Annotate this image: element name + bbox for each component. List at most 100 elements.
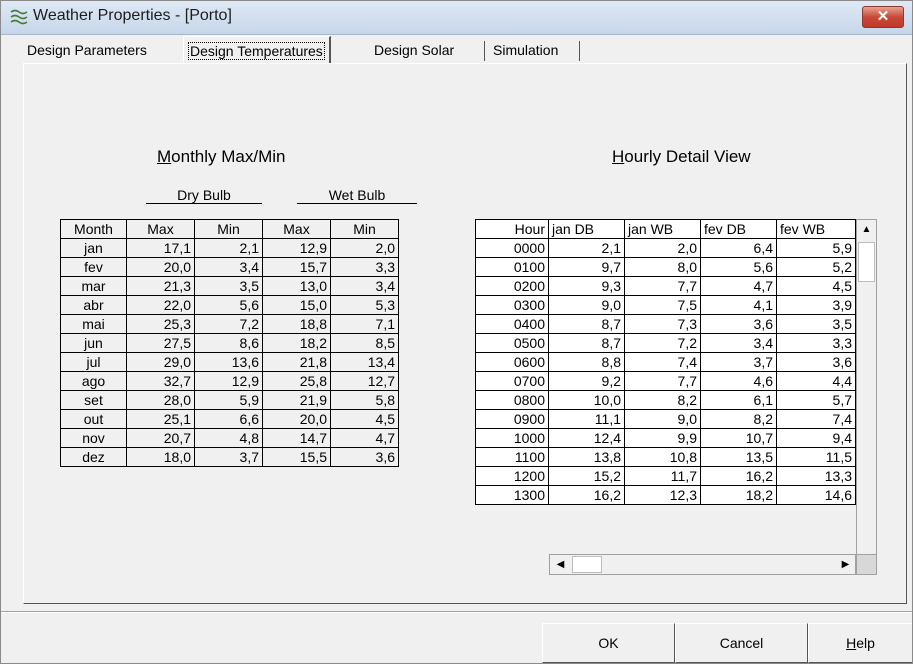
value-cell[interactable]: 8,2 [624,390,701,410]
value-cell[interactable]: 10,8 [624,447,701,467]
table-row[interactable]: 0800 10,0 8,2 6,1 5,7 [475,390,856,410]
hour-cell[interactable]: 0500 [475,333,549,353]
help-button[interactable]: Help [808,623,912,663]
hour-cell[interactable]: 0900 [475,409,549,429]
vertical-scrollbar[interactable]: ▲ ▼ [856,219,877,575]
horizontal-scrollbar[interactable]: ◀ ▶ [549,554,856,575]
value-cell[interactable]: 10,7 [700,428,777,448]
value-cell[interactable]: 7,7 [624,371,701,391]
value-cell[interactable]: 4,7 [700,276,777,296]
value-cell[interactable]: 14,6 [776,485,856,505]
value-cell[interactable]: 6,1 [700,390,777,410]
value-cell[interactable]: 5,7 [776,390,856,410]
table-row[interactable]: 0600 8,8 7,4 3,7 3,6 [475,352,856,372]
table-row[interactable]: 0300 9,0 7,5 4,1 3,9 [475,295,856,315]
value-cell[interactable]: 3,6 [700,314,777,334]
value-cell[interactable]: 11,5 [776,447,856,467]
scroll-right-arrow-icon[interactable]: ▶ [836,555,855,574]
close-icon[interactable]: ✕ [862,6,904,28]
hour-cell[interactable]: 0000 [475,238,549,258]
value-cell[interactable]: 3,3 [776,333,856,353]
value-cell[interactable]: 13,3 [776,466,856,486]
value-cell[interactable]: 16,2 [700,466,777,486]
value-cell[interactable]: 4,5 [776,276,856,296]
value-cell[interactable]: 2,1 [548,238,625,258]
value-cell[interactable]: 9,0 [624,409,701,429]
value-cell[interactable]: 4,4 [776,371,856,391]
value-cell[interactable]: 4,1 [700,295,777,315]
value-cell[interactable]: 3,7 [700,352,777,372]
ok-button[interactable]: OK [542,623,675,663]
value-cell[interactable]: 9,9 [624,428,701,448]
value-cell[interactable]: 2,0 [624,238,701,258]
value-cell[interactable]: 5,6 [700,257,777,277]
value-cell[interactable]: 11,7 [624,466,701,486]
value-cell[interactable]: 7,2 [624,333,701,353]
value-cell[interactable]: 11,1 [548,409,625,429]
value-cell[interactable]: 8,0 [624,257,701,277]
table-row[interactable]: 0900 11,1 9,0 8,2 7,4 [475,409,856,429]
scroll-up-arrow-icon[interactable]: ▲ [857,220,876,239]
value-cell[interactable]: 9,4 [776,428,856,448]
hour-cell[interactable]: 0300 [475,295,549,315]
value-cell[interactable]: 9,2 [548,371,625,391]
table-row[interactable]: 0500 8,7 7,2 3,4 3,3 [475,333,856,353]
hour-cell[interactable]: 1100 [475,447,549,467]
hour-cell[interactable]: 0600 [475,352,549,372]
tab-design-parameters[interactable]: Design Parameters [23,39,151,63]
scroll-left-arrow-icon[interactable]: ◀ [551,555,570,574]
value-cell[interactable]: 8,7 [548,314,625,334]
value-cell[interactable]: 7,4 [624,352,701,372]
horizontal-scroll-thumb[interactable] [572,556,602,573]
table-row[interactable]: 0400 8,7 7,3 3,6 3,5 [475,314,856,334]
table-row[interactable]: 0100 9,7 8,0 5,6 5,2 [475,257,856,277]
value-cell[interactable]: 4,6 [700,371,777,391]
table-row[interactable]: 1300 16,2 12,3 18,2 14,6 [475,485,856,505]
hour-cell[interactable]: 1000 [475,428,549,448]
tab-simulation[interactable]: Simulation [489,39,562,63]
cancel-button[interactable]: Cancel [675,623,808,663]
hour-cell[interactable]: 0700 [475,371,549,391]
value-cell[interactable]: 3,6 [776,352,856,372]
value-cell[interactable]: 8,8 [548,352,625,372]
value-cell[interactable]: 12,4 [548,428,625,448]
hour-cell[interactable]: 1300 [475,485,549,505]
value-cell[interactable]: 9,7 [548,257,625,277]
value-cell[interactable]: 12,3 [624,485,701,505]
table-row[interactable]: 1200 15,2 11,7 16,2 13,3 [475,466,856,486]
hour-cell[interactable]: 0100 [475,257,549,277]
vertical-scroll-thumb[interactable] [858,242,875,282]
value-cell[interactable]: 9,3 [548,276,625,296]
table-row[interactable]: 0700 9,2 7,7 4,6 4,4 [475,371,856,391]
value-cell[interactable]: 7,3 [624,314,701,334]
table-row[interactable]: 1100 13,8 10,8 13,5 11,5 [475,447,856,467]
tab-design-temperatures[interactable]: Design Temperatures [183,36,331,63]
value-cell[interactable]: 15,2 [548,466,625,486]
value-cell[interactable]: 10,0 [548,390,625,410]
value-cell[interactable]: 3,4 [700,333,777,353]
value-cell[interactable]: 8,7 [548,333,625,353]
value-cell[interactable]: 6,4 [700,238,777,258]
tab-design-solar[interactable]: Design Solar [370,39,458,63]
value-cell[interactable]: 18,2 [700,485,777,505]
table-row[interactable]: 0000 2,1 2,0 6,4 5,9 [475,238,856,258]
value-cell[interactable]: 13,8 [548,447,625,467]
value-cell[interactable]: 16,2 [548,485,625,505]
value-cell[interactable]: 3,5 [776,314,856,334]
value-cell[interactable]: 7,5 [624,295,701,315]
value-cell[interactable]: 5,2 [776,257,856,277]
hour-cell[interactable]: 0400 [475,314,549,334]
value-cell[interactable]: 5,9 [776,238,856,258]
value-cell[interactable]: 7,7 [624,276,701,296]
hour-cell[interactable]: 0200 [475,276,549,296]
table-row[interactable]: 1000 12,4 9,9 10,7 9,4 [475,428,856,448]
value-cell[interactable]: 3,9 [776,295,856,315]
value-cell[interactable]: 7,4 [776,409,856,429]
table-row[interactable]: 0200 9,3 7,7 4,7 4,5 [475,276,856,296]
hour-cell[interactable]: 1200 [475,466,549,486]
hour-cell[interactable]: 0800 [475,390,549,410]
hourly-detail-table[interactable]: Hour jan DB jan WB fev DB fev WB 0000 2,1… [475,219,856,505]
value-cell[interactable]: 8,2 [700,409,777,429]
value-cell[interactable]: 13,5 [700,447,777,467]
value-cell[interactable]: 9,0 [548,295,625,315]
